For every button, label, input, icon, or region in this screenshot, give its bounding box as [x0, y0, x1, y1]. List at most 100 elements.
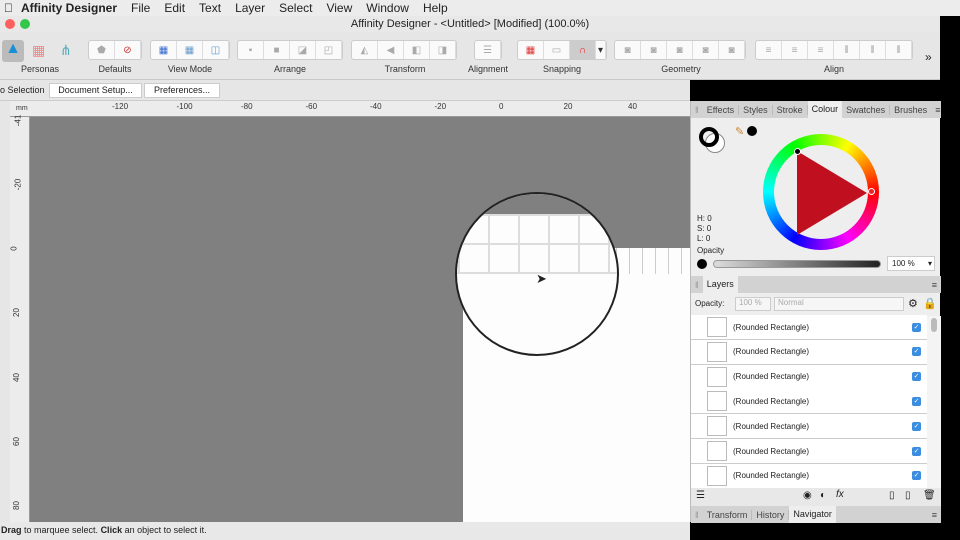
opacity-input[interactable]: 100 % ▾: [887, 256, 935, 271]
align-center-icon[interactable]: ≡: [782, 41, 808, 59]
align-top-icon[interactable]: ⫴: [834, 41, 860, 59]
designer-persona-icon[interactable]: ▲: [2, 40, 24, 62]
layer-row[interactable]: (Rounded Rectangle) ✓: [691, 439, 927, 464]
vector-view-icon[interactable]: ▦: [151, 41, 177, 59]
app-menu[interactable]: Affinity Designer: [21, 1, 117, 15]
grip-icon[interactable]: ‖: [691, 510, 703, 520]
menu-help[interactable]: Help: [423, 1, 448, 15]
snapping-options-icon[interactable]: ▭: [544, 41, 570, 59]
mask-icon[interactable]: ◉: [803, 490, 812, 501]
subtract-icon[interactable]: ◙: [641, 41, 667, 59]
canvas[interactable]: ➤: [30, 117, 690, 522]
stroke-swatch[interactable]: [699, 127, 719, 147]
align-left-icon[interactable]: ≡: [756, 41, 782, 59]
layers-stack-icon[interactable]: ☰: [696, 490, 705, 501]
tab-colour[interactable]: Colour: [807, 101, 843, 118]
intersect-icon[interactable]: ◙: [667, 41, 693, 59]
back-icon[interactable]: ▪: [238, 41, 264, 59]
panel-menu-icon[interactable]: ≡: [928, 510, 941, 520]
visibility-checkbox[interactable]: ✓: [912, 396, 921, 406]
snapping-magnet-icon[interactable]: ∩: [570, 41, 596, 59]
visibility-checkbox[interactable]: ✓: [912, 471, 921, 481]
top-ruler[interactable]: mm -120-100-80-60-40-200204060: [10, 101, 701, 117]
layer-row[interactable]: (Rounded Rectangle) ✓: [691, 463, 927, 489]
menu-edit[interactable]: Edit: [164, 1, 185, 15]
trash-icon[interactable]: 🗑: [923, 490, 936, 501]
tab-swatches[interactable]: Swatches: [842, 104, 891, 115]
grip-icon[interactable]: ‖: [691, 105, 703, 115]
layers-scrollbar[interactable]: [927, 316, 941, 488]
visibility-checkbox[interactable]: ✓: [912, 372, 921, 382]
visibility-checkbox[interactable]: ✓: [912, 421, 921, 431]
toolbar-overflow-button[interactable]: »: [925, 50, 932, 64]
adjustment-icon[interactable]: ◐: [820, 490, 826, 501]
visibility-checkbox[interactable]: ✓: [912, 347, 921, 357]
pixel-view-icon[interactable]: ▦: [177, 41, 203, 59]
align-middle-icon[interactable]: ⫴: [860, 41, 886, 59]
layer-row[interactable]: (Rounded Rectangle) ✓: [691, 315, 927, 340]
tools-panel[interactable]: [0, 101, 10, 522]
layer-opacity-select[interactable]: 100 %: [735, 297, 771, 311]
grip-icon[interactable]: ‖: [691, 280, 703, 290]
front-icon[interactable]: ◰: [316, 41, 342, 59]
close-button[interactable]: [5, 19, 15, 29]
add-layer-icon[interactable]: ▯: [889, 490, 895, 501]
apple-icon[interactable]: : [4, 1, 13, 15]
tab-styles[interactable]: Styles: [739, 104, 773, 115]
align-bottom-icon[interactable]: ⫴: [886, 41, 912, 59]
rotate-ccw-icon[interactable]: ◧: [404, 41, 430, 59]
xor-icon[interactable]: ◙: [693, 41, 719, 59]
tab-stroke[interactable]: Stroke: [773, 104, 808, 115]
align-right-icon[interactable]: ≡: [808, 41, 834, 59]
export-persona-icon[interactable]: ⋔: [60, 42, 72, 59]
layer-row[interactable]: (Rounded Rectangle) ✓: [691, 339, 927, 365]
zoom-button[interactable]: [20, 19, 30, 29]
align-icon[interactable]: ☰: [475, 41, 501, 59]
pixel-persona-icon[interactable]: ▦: [32, 42, 45, 59]
tab-navigator[interactable]: Navigator: [789, 506, 836, 523]
hue-handle[interactable]: [868, 188, 875, 195]
menu-text[interactable]: Text: [199, 1, 221, 15]
visibility-checkbox[interactable]: ✓: [912, 446, 921, 456]
sync-defaults-icon[interactable]: ⬟: [89, 41, 115, 59]
forward-icon[interactable]: ◪: [290, 41, 316, 59]
tab-transform[interactable]: Transform: [703, 509, 753, 520]
add-icon[interactable]: ◙: [615, 41, 641, 59]
fx-icon[interactable]: fx: [836, 489, 844, 500]
blend-mode-select[interactable]: Normal: [774, 297, 904, 311]
snapping-dropdown-icon[interactable]: ▾: [596, 41, 606, 59]
left-ruler[interactable]: -41 -20 0 20 40 60 80: [10, 115, 30, 522]
panel-menu-icon[interactable]: ≡: [928, 280, 941, 290]
divide-icon[interactable]: ◙: [719, 41, 745, 59]
visibility-checkbox[interactable]: ✓: [912, 322, 921, 332]
flip-h-icon[interactable]: ◭: [352, 41, 378, 59]
layer-row[interactable]: (Rounded Rectangle) ✓: [691, 364, 927, 390]
duplicate-icon[interactable]: ▯: [905, 490, 911, 501]
layer-row[interactable]: (Rounded Rectangle) ✓: [691, 389, 927, 415]
selection-label[interactable]: o Selection: [0, 85, 45, 95]
document-setup-button[interactable]: Document Setup...: [49, 83, 142, 98]
grid-shapes[interactable]: [616, 248, 690, 274]
eyedropper-icon[interactable]: ✎: [735, 125, 744, 138]
layer-row[interactable]: (Rounded Rectangle) ✓: [691, 414, 927, 440]
menu-layer[interactable]: Layer: [235, 1, 265, 15]
picked-colour[interactable]: [747, 126, 757, 136]
gear-icon[interactable]: ⚙: [908, 297, 918, 310]
tab-history[interactable]: History: [752, 509, 790, 520]
backward-icon[interactable]: ■: [264, 41, 290, 59]
lock-icon[interactable]: 🔒: [923, 297, 937, 310]
hue-wheel[interactable]: [763, 134, 879, 250]
flip-v-icon[interactable]: ◀: [378, 41, 404, 59]
menu-window[interactable]: Window: [366, 1, 409, 15]
snapping-grid-icon[interactable]: ▦: [518, 41, 544, 59]
panel-menu-icon[interactable]: ≡: [931, 105, 944, 115]
menu-select[interactable]: Select: [279, 1, 312, 15]
tab-layers[interactable]: Layers: [702, 276, 738, 293]
tab-effects[interactable]: Effects: [703, 104, 740, 115]
saturation-triangle[interactable]: [797, 151, 867, 235]
menu-view[interactable]: View: [326, 1, 352, 15]
preferences-button[interactable]: Preferences...: [144, 83, 220, 98]
colour-picker-handle[interactable]: [794, 148, 801, 155]
tab-brushes[interactable]: Brushes: [890, 105, 931, 115]
revert-defaults-icon[interactable]: ⊘: [115, 41, 141, 59]
